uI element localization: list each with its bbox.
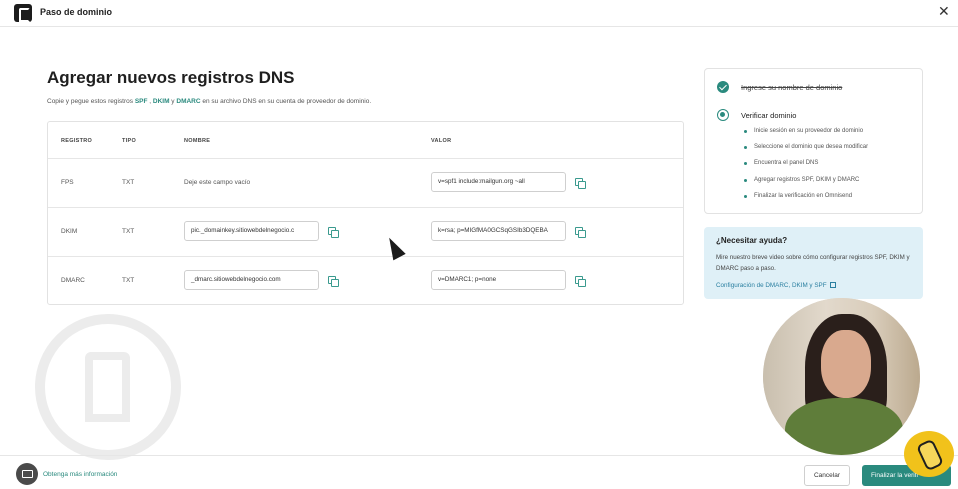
top-bar: Paso de dominio ✕ [0,0,958,27]
help-card: ¿Necesitar ayuda? Mire nuestro breve vid… [704,227,923,299]
pointing-hand-icon [904,431,954,477]
dmarc-link[interactable]: DMARC [176,98,200,105]
webcam-body [785,398,903,455]
row-divider [48,256,683,257]
header-nombre: NOMBRE [184,138,211,144]
valor-field[interactable]: v=DMARC1; p=none [431,270,566,290]
watermark-logo [35,314,181,460]
radio-icon [717,109,729,121]
subtitle-text-start: Copie y pegue estos registros [47,98,135,105]
row-divider [48,207,683,208]
steps-card: Ingrese su nombre de dominio Verificar d… [704,68,923,214]
copy-icon[interactable] [328,276,339,287]
logo-icon [14,4,32,22]
subtitle-text-end: en su archivo DNS en su cuenta de provee… [200,98,372,105]
watermark-letter [85,352,130,422]
step-verify-domain: Verificar dominio [741,111,797,120]
close-icon[interactable]: ✕ [938,4,950,18]
cell-tipo: TXT [122,277,135,284]
page-title: Agregar nuevos registros DNS [47,68,295,87]
help-link[interactable]: Configuración de DMARC, DKIM y SPF [716,281,836,289]
more-info-link[interactable]: Obtenga más información [43,471,117,478]
help-link-label[interactable]: Configuración de DMARC, DKIM y SPF [716,282,827,289]
cell-registro: FPS [61,179,74,186]
header-valor: VALOR [431,138,452,144]
cell-tipo: TXT [122,228,135,235]
chat-icon[interactable] [16,463,38,485]
cell-nombre: Deje este campo vacío [184,179,251,186]
valor-field[interactable]: v=spf1 include:mailgun.org ~all [431,172,566,192]
page-subtitle: Copie y pegue estos registros SPF , DKIM… [47,98,371,105]
copy-icon[interactable] [575,276,586,287]
substep-item: Finalizar la verificación en Omnisend [743,193,853,199]
row-divider [48,158,683,159]
substep-item: Agregar registros SPF, DKIM y DMARC [743,177,860,183]
copy-icon[interactable] [575,178,586,189]
webcam-overlay [763,298,920,455]
check-icon [717,81,729,93]
dkim-link[interactable]: DKIM [153,98,170,105]
nombre-field[interactable]: _dmarc.sitiowebdelnegocio.com [184,270,319,290]
cell-registro: DMARC [61,277,85,284]
step-enter-domain: Ingrese su nombre de dominio [741,83,843,92]
nombre-field[interactable]: pic._domainkey.sitiowebdelnegocio.c [184,221,319,241]
header-registro: REGISTRO [61,138,93,144]
substep-item: Seleccione el dominio que desea modifica… [743,144,869,150]
cell-registro: DKIM [61,228,78,235]
dns-records-table: REGISTRO TIPO NOMBRE VALOR FPS TXT Deje … [47,121,684,305]
substep-item: Inicie sesión en su proveedor de dominio [743,128,864,134]
webcam-face [821,330,871,398]
cell-tipo: TXT [122,179,135,186]
window-title: Paso de dominio [40,7,113,17]
cancel-button[interactable]: Cancelar [804,465,850,486]
footer-divider [0,455,958,456]
valor-field[interactable]: k=rsa; p=MIGfMA0GCSqGSIb3DQEBA [431,221,566,241]
external-link-icon [829,282,836,288]
copy-icon[interactable] [575,227,586,238]
header-tipo: TIPO [122,138,137,144]
help-title: ¿Necesitar ayuda? [716,236,788,245]
substep-item: Encuentra el panel DNS [743,160,819,166]
help-text: Mire nuestro breve video sobre cómo conf… [716,254,910,272]
copy-icon[interactable] [328,227,339,238]
spf-link[interactable]: SPF [135,98,148,105]
